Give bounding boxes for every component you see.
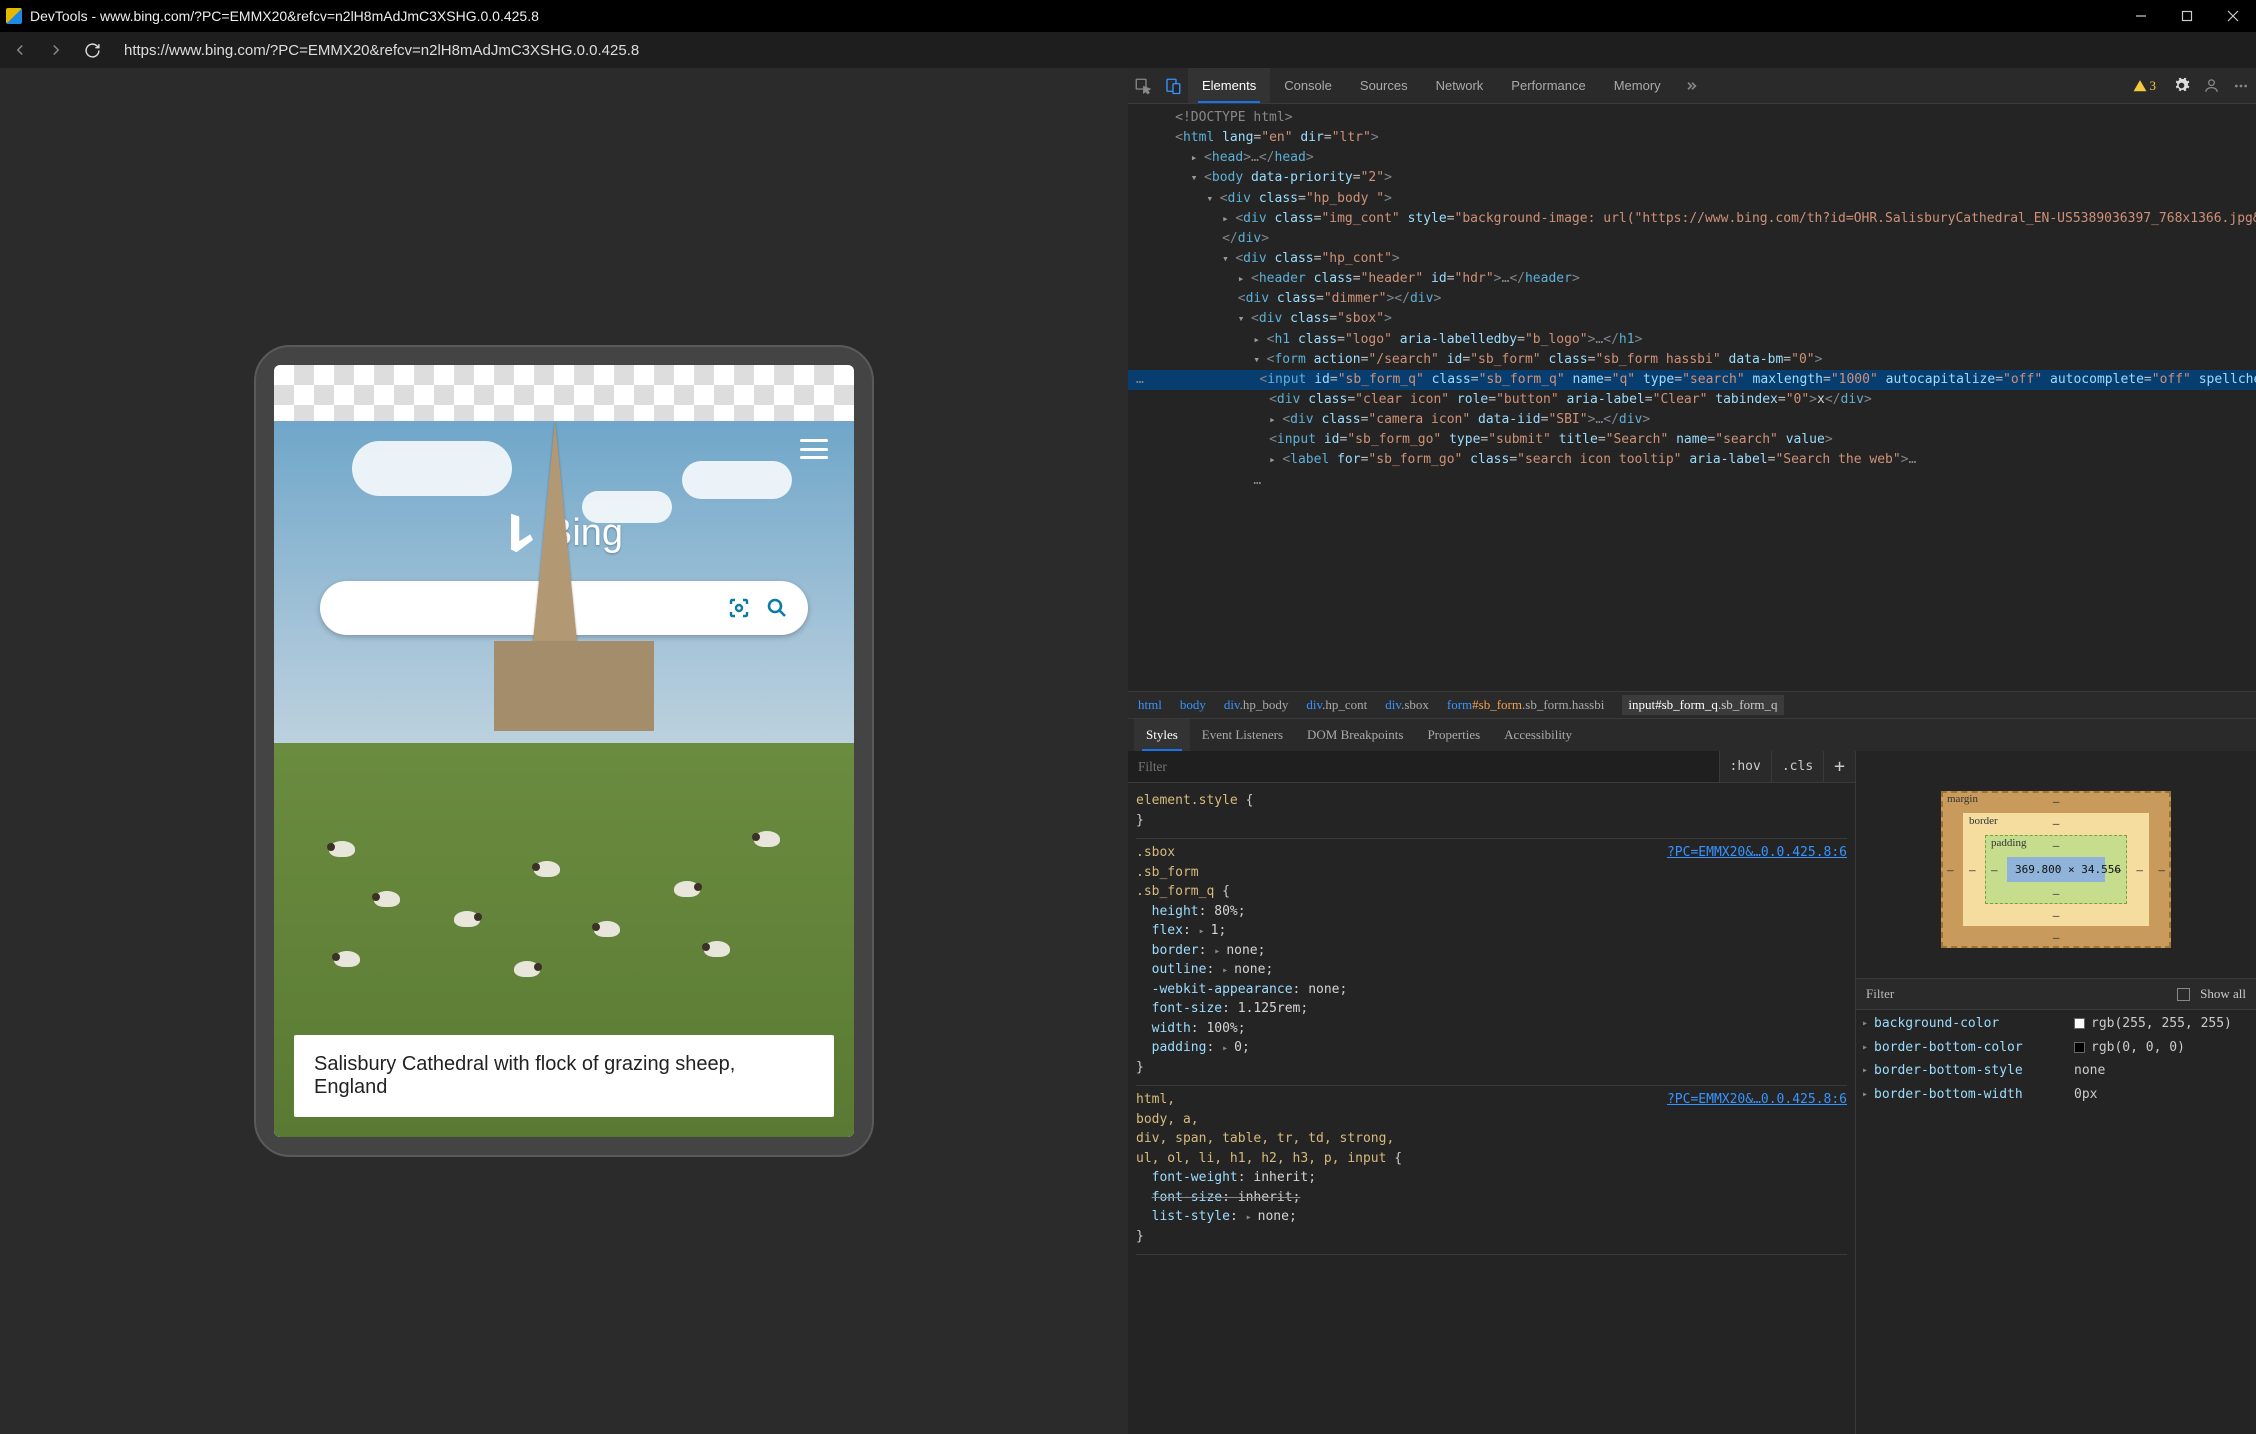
device-preview-pane: Bing bbox=[0, 68, 1128, 1434]
css-rule-block[interactable]: element.style {} bbox=[1136, 787, 1847, 839]
dom-tree-line[interactable]: <div class="camera icon" data-iid="SBI">… bbox=[1128, 410, 2256, 430]
stab-styles[interactable]: Styles bbox=[1134, 719, 1190, 751]
nav-reload-button[interactable] bbox=[80, 38, 104, 62]
styles-rule-list[interactable]: element.style {}?PC=EMMX20&…0.0.425.8:6.… bbox=[1128, 783, 1855, 1434]
breadcrumb-item[interactable]: html bbox=[1138, 697, 1162, 713]
address-bar-url[interactable]: https://www.bing.com/?PC=EMMX20&refcv=n2… bbox=[124, 42, 639, 59]
stab-properties[interactable]: Properties bbox=[1415, 719, 1492, 751]
new-style-rule-button[interactable]: + bbox=[1823, 751, 1855, 782]
window-title: DevTools - www.bing.com/?PC=EMMX20&refcv… bbox=[30, 8, 2118, 24]
dom-tree-line[interactable]: <div class="hp_cont"> bbox=[1128, 249, 2256, 269]
computed-property-row[interactable]: border-bottom-colorrgb(0, 0, 0) bbox=[1856, 1036, 2256, 1060]
breadcrumb-item[interactable]: div.hp_cont bbox=[1306, 697, 1367, 713]
tab-memory[interactable]: Memory bbox=[1600, 68, 1675, 103]
device-frame: Bing bbox=[254, 345, 874, 1157]
devtools-app-icon bbox=[6, 8, 22, 24]
devtools-panel: Elements Console Sources Network Perform… bbox=[1128, 68, 2256, 1434]
bing-hero: Bing bbox=[274, 421, 854, 1137]
tab-console[interactable]: Console bbox=[1270, 68, 1346, 103]
breadcrumb-item[interactable]: body bbox=[1180, 697, 1206, 713]
tab-network[interactable]: Network bbox=[1422, 68, 1498, 103]
computed-property-row[interactable]: border-bottom-width0px bbox=[1856, 1083, 2256, 1107]
css-rule-block[interactable]: ?PC=EMMX20&…0.0.425.8:6html,body, a,div,… bbox=[1136, 1086, 1847, 1255]
dom-tree-line[interactable]: <div class="img_cont" style="background-… bbox=[1128, 209, 2256, 229]
css-rule-block[interactable]: ?PC=EMMX20&…0.0.425.8:6.sbox.sb_form.sb_… bbox=[1136, 839, 1847, 1086]
settings-gear-icon[interactable] bbox=[2166, 68, 2196, 104]
dom-tree-line[interactable]: <form action="/search" id="sb_form" clas… bbox=[1128, 350, 2256, 370]
tab-elements[interactable]: Elements bbox=[1188, 68, 1270, 103]
styles-pane: :hov .cls + element.style {}?PC=EMMX20&…… bbox=[1128, 751, 1856, 1434]
show-all-label[interactable]: Show all bbox=[2200, 986, 2246, 1002]
show-all-checkbox[interactable] bbox=[2177, 988, 2190, 1001]
window-maximize-button[interactable] bbox=[2164, 0, 2210, 32]
styles-tabbar: Styles Event Listeners DOM Breakpoints P… bbox=[1128, 719, 2256, 751]
dom-tree-line[interactable]: … <input id="sb_form_q" class="sb_form_q… bbox=[1128, 370, 2256, 390]
box-model-content-size: 369.800 × 34.556 bbox=[2007, 857, 2105, 882]
styles-filterbar: :hov .cls + bbox=[1128, 751, 1855, 783]
dom-tree-line[interactable]: … bbox=[1128, 471, 2256, 491]
device-screen[interactable]: Bing bbox=[274, 365, 854, 1137]
menu-hamburger-icon[interactable] bbox=[800, 439, 828, 459]
warning-count[interactable]: 3 bbox=[2133, 78, 2157, 94]
dom-tree-line[interactable]: <h1 class="logo" aria-labelledby="b_logo… bbox=[1128, 330, 2256, 350]
inspect-element-icon[interactable] bbox=[1128, 68, 1158, 104]
window-close-button[interactable] bbox=[2210, 0, 2256, 32]
dom-tree-line[interactable]: <input id="sb_form_go" type="submit" tit… bbox=[1128, 430, 2256, 450]
breadcrumb-item[interactable]: div.sbox bbox=[1385, 697, 1429, 713]
nav-forward-button[interactable] bbox=[44, 38, 68, 62]
breadcrumb-item[interactable]: input#sb_form_q.sb_form_q bbox=[1622, 695, 1783, 715]
computed-property-list[interactable]: background-colorrgb(255, 255, 255)border… bbox=[1856, 1010, 2256, 1434]
dom-tree-line[interactable]: </div> bbox=[1128, 229, 2256, 249]
dom-tree-line[interactable]: <div class="clear icon" role="button" ar… bbox=[1128, 390, 2256, 410]
search-input[interactable] bbox=[338, 599, 713, 617]
styles-filter-input[interactable] bbox=[1128, 751, 1719, 782]
dom-tree-line[interactable]: <label for="sb_form_go" class="search ic… bbox=[1128, 450, 2256, 470]
hero-caption[interactable]: Salisbury Cathedral with flock of grazin… bbox=[294, 1035, 834, 1117]
more-tabs-icon[interactable] bbox=[1675, 68, 1705, 104]
dom-tree-line[interactable]: <div class="dimmer"></div> bbox=[1128, 289, 2256, 309]
computed-filterbar: Filter Show all bbox=[1856, 978, 2256, 1010]
dom-tree-line[interactable]: <div class="sbox"> bbox=[1128, 309, 2256, 329]
computed-filter-label[interactable]: Filter bbox=[1866, 986, 2167, 1002]
stab-accessibility[interactable]: Accessibility bbox=[1492, 719, 1584, 751]
tab-performance[interactable]: Performance bbox=[1497, 68, 1599, 103]
visual-search-icon[interactable] bbox=[726, 595, 752, 621]
dom-breadcrumb[interactable]: html body div.hp_body div.hp_cont div.sbox fo… bbox=[1128, 691, 2256, 719]
dom-tree-line[interactable]: <html lang="en" dir="ltr"> bbox=[1128, 128, 2256, 148]
cls-toggle[interactable]: .cls bbox=[1771, 751, 1823, 782]
nav-back-button[interactable] bbox=[8, 38, 32, 62]
window-titlebar: DevTools - www.bing.com/?PC=EMMX20&refcv… bbox=[0, 0, 2256, 32]
computed-property-row[interactable]: background-colorrgb(255, 255, 255) bbox=[1856, 1012, 2256, 1036]
hov-toggle[interactable]: :hov bbox=[1719, 751, 1771, 782]
dom-tree[interactable]: <!DOCTYPE html> <html lang="en" dir="ltr… bbox=[1128, 104, 2256, 691]
stab-event-listeners[interactable]: Event Listeners bbox=[1190, 719, 1295, 751]
stab-dom-breakpoints[interactable]: DOM Breakpoints bbox=[1295, 719, 1415, 751]
breadcrumb-item[interactable]: div.hp_body bbox=[1224, 697, 1289, 713]
window-minimize-button[interactable] bbox=[2118, 0, 2164, 32]
dom-tree-line[interactable]: <head>…</head> bbox=[1128, 148, 2256, 168]
search-icon[interactable] bbox=[764, 595, 790, 621]
cathedral-body-graphic bbox=[494, 641, 654, 731]
breadcrumb-item[interactable]: form#sb_form.sb_form.hassbi bbox=[1447, 697, 1604, 713]
computed-property-row[interactable]: border-bottom-stylenone bbox=[1856, 1059, 2256, 1083]
dom-tree-line[interactable]: <header class="header" id="hdr">…</heade… bbox=[1128, 269, 2256, 289]
computed-pane: margin –––– border –––– padding –––– 369… bbox=[1856, 751, 2256, 1434]
tab-sources[interactable]: Sources bbox=[1346, 68, 1422, 103]
browser-navbar: https://www.bing.com/?PC=EMMX20&refcv=n2… bbox=[0, 32, 2256, 68]
devtools-toolbar: Elements Console Sources Network Perform… bbox=[1128, 68, 2256, 104]
dom-tree-line[interactable]: <body data-priority="2"> bbox=[1128, 168, 2256, 188]
dom-tree-line[interactable]: <!DOCTYPE html> bbox=[1128, 108, 2256, 128]
box-model-diagram[interactable]: margin –––– border –––– padding –––– 369… bbox=[1856, 751, 2256, 978]
kebab-menu-icon[interactable] bbox=[2226, 68, 2256, 104]
account-icon[interactable] bbox=[2196, 68, 2226, 104]
dom-tree-line[interactable]: <div class="hp_body "> bbox=[1128, 189, 2256, 209]
device-toggle-icon[interactable] bbox=[1158, 68, 1188, 104]
